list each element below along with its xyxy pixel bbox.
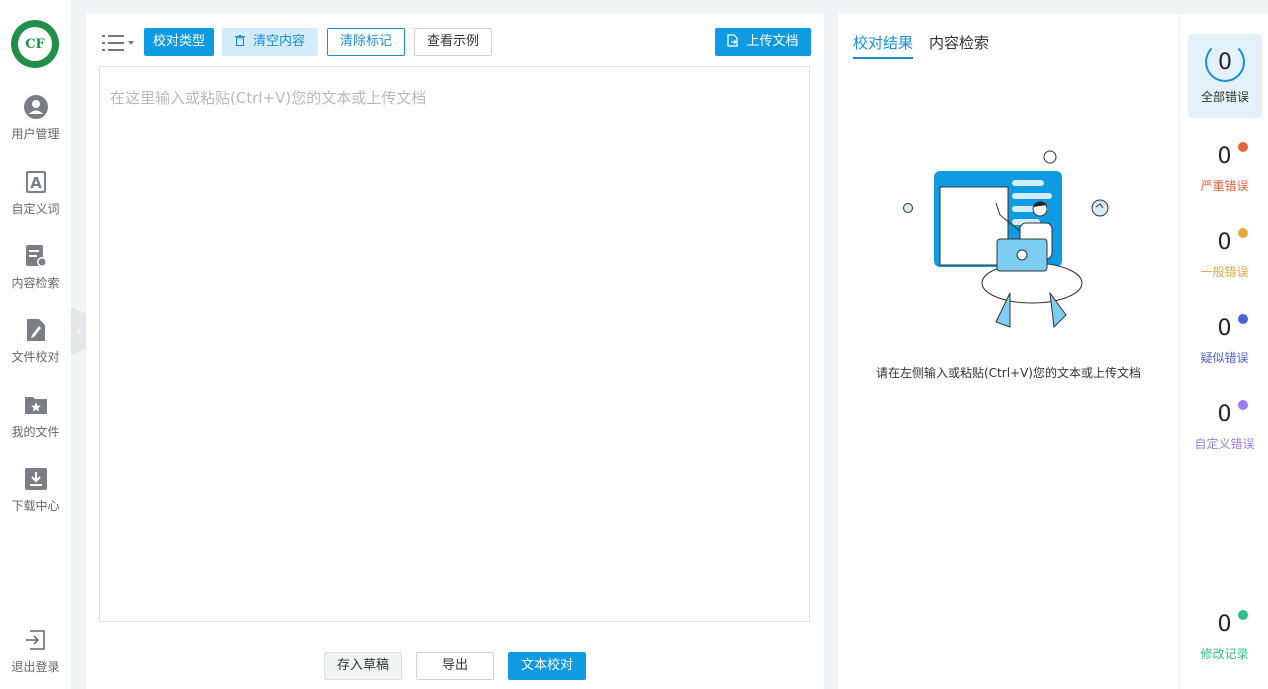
revision-records-label: 修改记录	[1200, 647, 1249, 661]
sidebar-item-my-files[interactable]: 我的文件	[0, 393, 71, 440]
list-menu-icon[interactable]	[102, 32, 138, 54]
user-icon	[23, 95, 48, 119]
results-panel: 校对结果 内容检索 请在左侧输入或粘贴(Ctrl+V)您的文本或上传文档	[838, 14, 1179, 689]
error-stats: 0 全部错误 0 严重错误 0 一般错误 0 疑似错误 0 自定义错误 0 修改…	[1179, 14, 1268, 689]
clear-marks-button[interactable]: 清除标记	[327, 28, 405, 56]
total-errors-card[interactable]: 0 全部错误	[1188, 34, 1262, 118]
sidebar-item-label: 用户管理	[11, 127, 60, 141]
tab-proof-results[interactable]: 校对结果	[853, 32, 914, 59]
general-errors-stat[interactable]: 0 一般错误	[1180, 228, 1268, 280]
trash-icon	[234, 35, 245, 47]
document-search-icon	[25, 245, 47, 267]
suspected-errors-stat[interactable]: 0 疑似错误	[1180, 314, 1268, 366]
total-errors-label: 全部错误	[1200, 90, 1249, 104]
text-editor-input[interactable]	[100, 67, 809, 621]
view-example-button[interactable]: 查看示例	[414, 28, 492, 56]
custom-errors-label: 自定义错误	[1194, 437, 1255, 451]
editor-area	[99, 66, 810, 622]
logout-icon	[25, 630, 45, 650]
sidebar-item-label: 下载中心	[11, 499, 60, 513]
revision-records-dot	[1237, 610, 1248, 620]
empty-state-text: 请在左侧输入或粘贴(Ctrl+V)您的文本或上传文档	[876, 366, 1141, 380]
sidebar-item-label: 自定义词	[11, 202, 60, 216]
sidebar-item-user-management[interactable]: 用户管理	[0, 95, 71, 142]
custom-errors-stat[interactable]: 0 自定义错误	[1180, 400, 1268, 452]
general-errors-label: 一般错误	[1200, 265, 1249, 279]
sidebar-item-custom-words[interactable]: A 自定义词	[0, 170, 71, 217]
save-draft-button[interactable]: 存入草稿	[324, 652, 402, 680]
sidebar-item-label: 我的文件	[11, 425, 60, 439]
suspected-errors-dot	[1237, 314, 1248, 324]
export-button[interactable]: 导出	[416, 652, 494, 680]
severe-errors-stat[interactable]: 0 严重错误	[1180, 142, 1268, 194]
general-errors-dot	[1237, 228, 1248, 238]
sidebar-item-label: 内容检索	[11, 276, 60, 290]
severe-errors-count: 0	[1217, 144, 1232, 169]
sidebar-item-content-search[interactable]: 内容检索	[0, 244, 71, 291]
custom-errors-dot	[1237, 400, 1248, 410]
editor-actions: 存入草稿 导出 文本校对	[86, 652, 824, 682]
custom-errors-count: 0	[1217, 402, 1232, 427]
tab-content-search[interactable]: 内容检索	[929, 32, 989, 57]
logout-button[interactable]: 退出登录	[0, 628, 71, 675]
sidebar-item-label: 文件校对	[11, 350, 60, 364]
editor-toolbar: 校对类型 清空内容 清除标记 查看示例 上传文档	[102, 28, 812, 58]
university-logo[interactable]: CF	[11, 20, 59, 68]
logo-text: CF	[18, 27, 52, 61]
total-errors-count: 0	[1205, 42, 1245, 82]
logout-label: 退出登录	[11, 660, 60, 674]
severe-errors-dot	[1237, 142, 1248, 152]
suspected-errors-label: 疑似错误	[1200, 351, 1249, 365]
sidebar-nav: CF 用户管理 A 自定义词 内容检索 文件校对 我的文件 下载中心 退出登录	[0, 0, 71, 689]
download-icon	[24, 468, 47, 490]
letter-a-icon: A	[25, 171, 46, 193]
upload-file-icon	[727, 34, 739, 47]
revision-records-stat[interactable]: 0 修改记录	[1180, 610, 1268, 662]
upload-document-label: 上传文档	[746, 34, 799, 49]
edit-file-icon	[26, 319, 45, 341]
editor-panel: 校对类型 清空内容 清除标记 查看示例 上传文档 存入草稿 导出 文本校对	[86, 14, 824, 689]
sidebar-collapse-button[interactable]: ‹	[71, 307, 86, 355]
revision-records-count: 0	[1217, 612, 1232, 637]
general-errors-count: 0	[1217, 230, 1232, 255]
clear-content-label: 清空内容	[252, 34, 305, 49]
clear-content-button[interactable]: 清空内容	[222, 28, 318, 56]
sidebar-item-file-proofreading[interactable]: 文件校对	[0, 318, 71, 365]
severe-errors-label: 严重错误	[1200, 179, 1249, 193]
star-folder-icon	[24, 397, 47, 414]
svg-text:A: A	[30, 174, 42, 192]
proof-type-button[interactable]: 校对类型	[144, 28, 214, 56]
sidebar-item-download-center[interactable]: 下载中心	[0, 467, 71, 514]
empty-state-illustration	[903, 150, 1109, 329]
upload-document-button[interactable]: 上传文档	[715, 28, 811, 56]
proofread-text-button[interactable]: 文本校对	[508, 652, 586, 680]
suspected-errors-count: 0	[1217, 316, 1232, 341]
